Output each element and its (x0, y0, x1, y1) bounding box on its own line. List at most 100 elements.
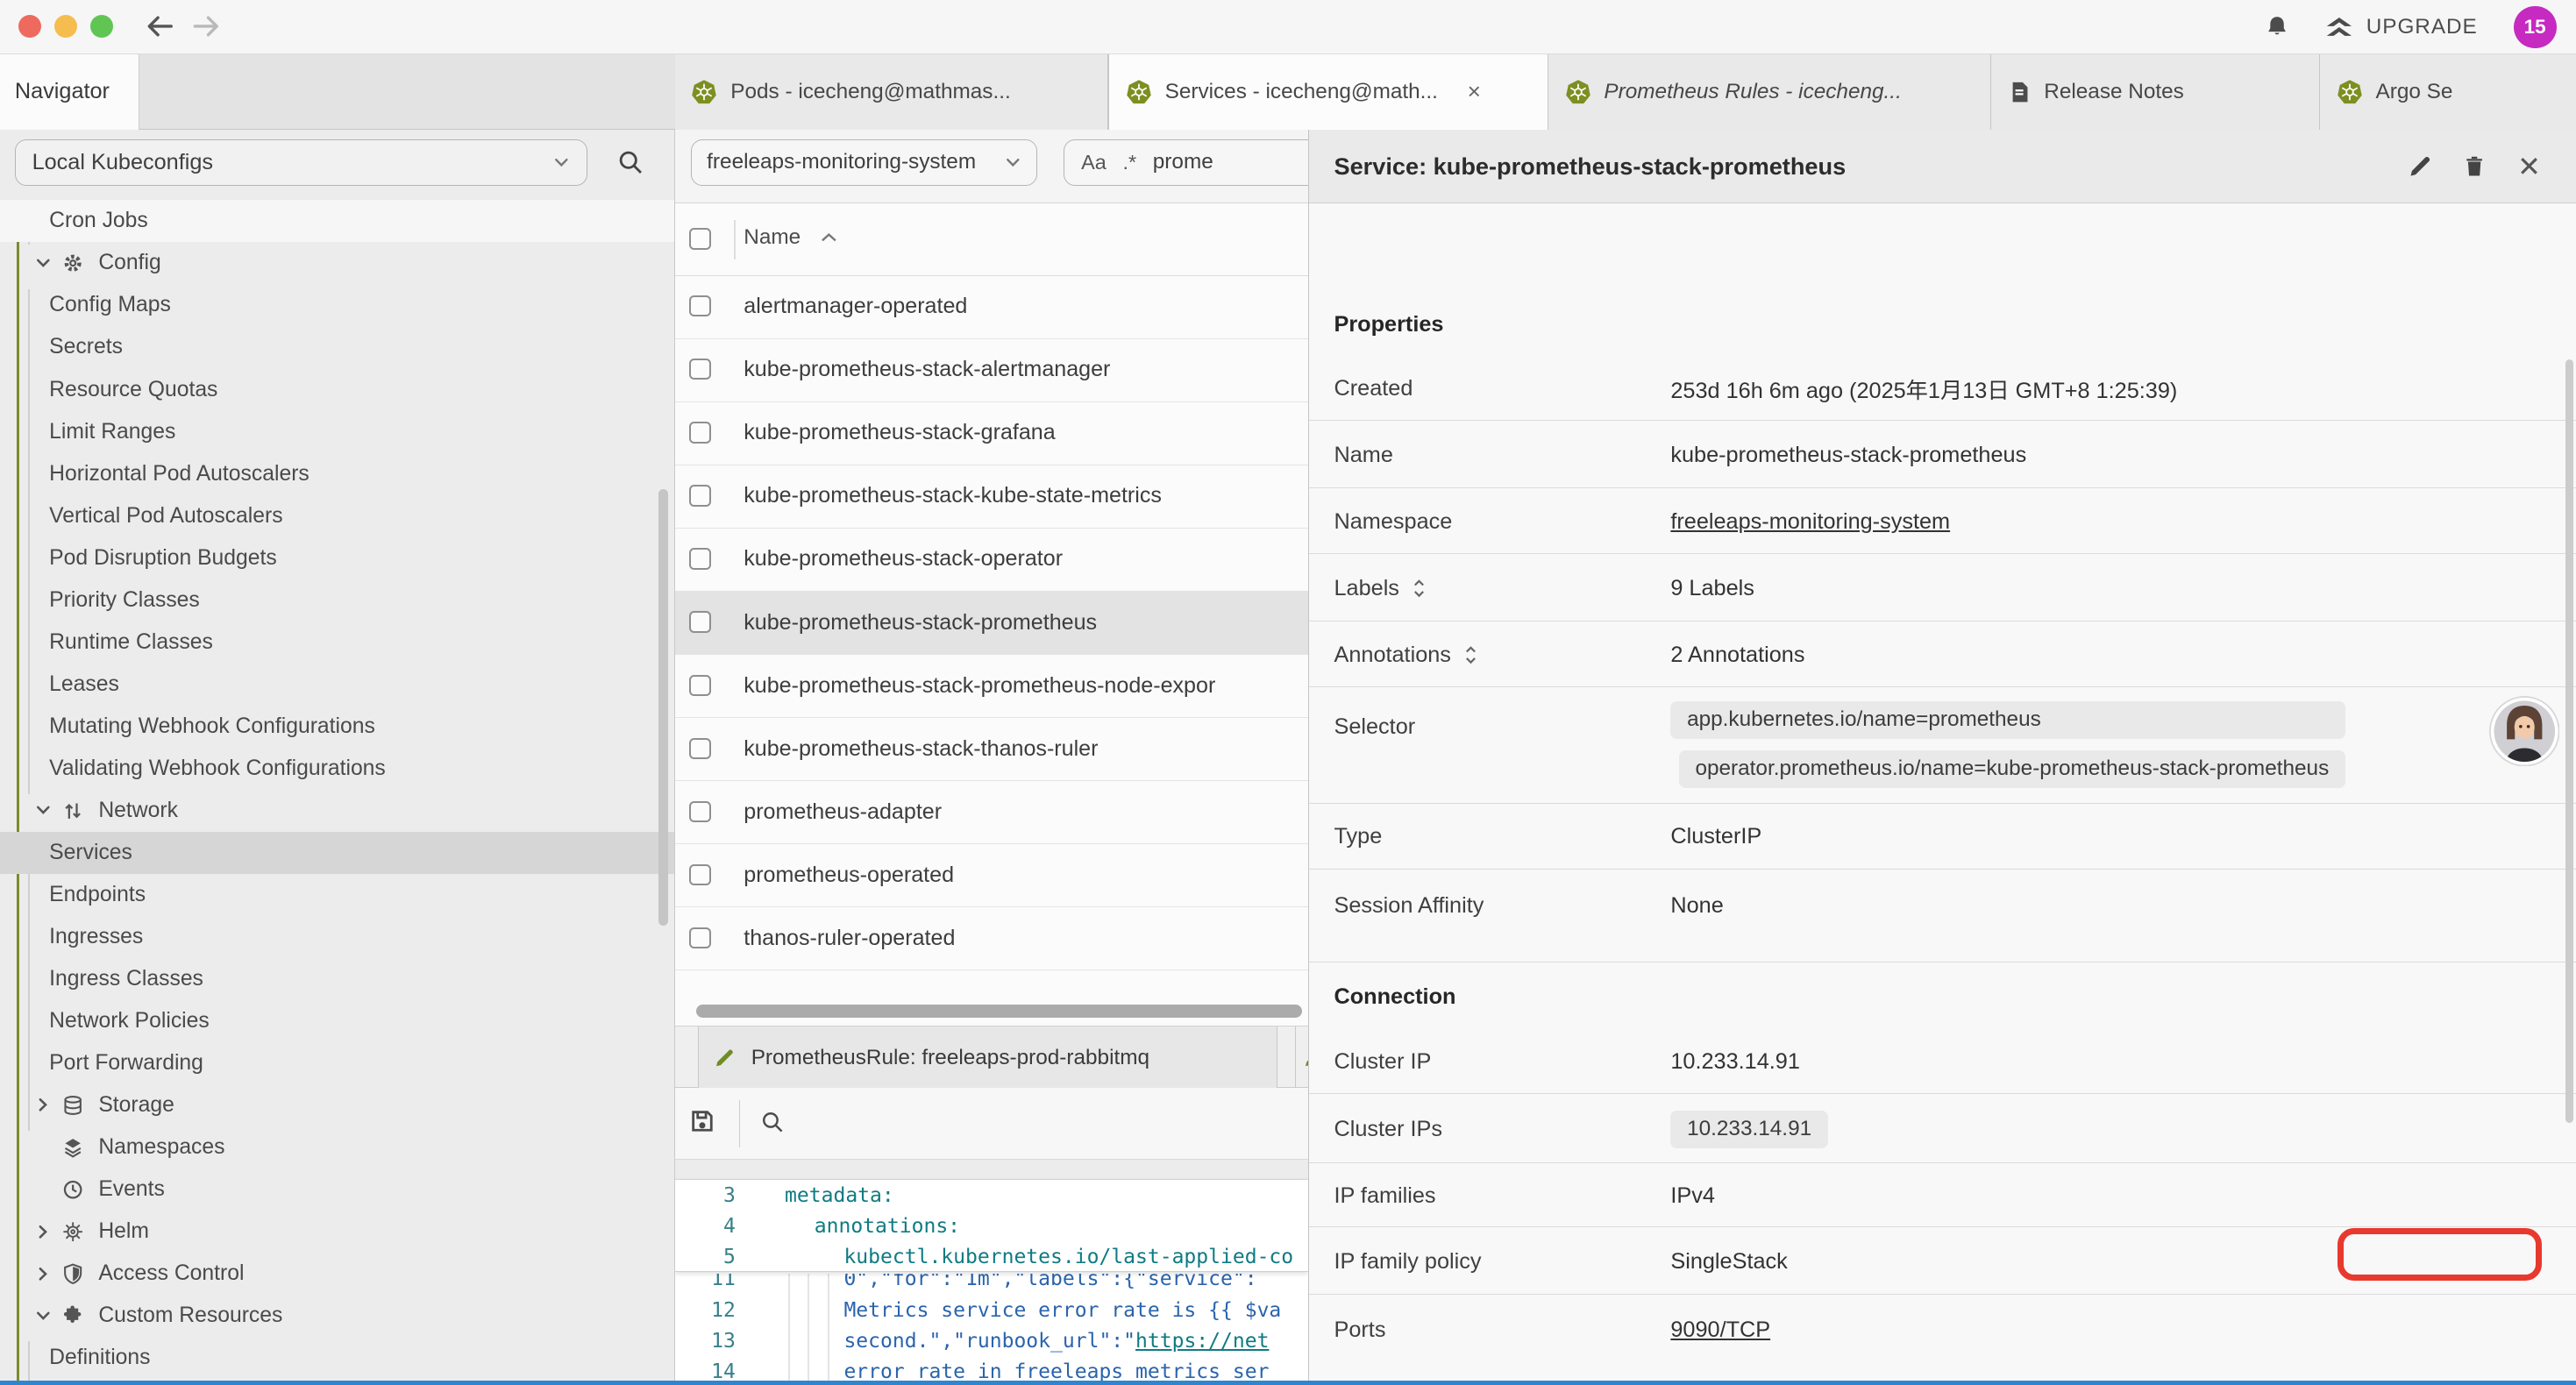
namespace-select[interactable]: freeleaps-monitoring-system (691, 139, 1037, 185)
row-checkbox[interactable] (689, 611, 710, 632)
window-close-button[interactable] (18, 15, 41, 38)
sidebar-item-definitions[interactable]: Definitions (0, 1337, 675, 1379)
close-tab-icon[interactable]: × (1468, 78, 1481, 105)
sidebar-item-cron-jobs[interactable]: Cron Jobs (0, 200, 675, 242)
services-filter-input[interactable]: Aa .* prome (1064, 139, 1308, 185)
user-avatar[interactable] (2489, 696, 2560, 767)
notification-count-badge[interactable]: 15 (2514, 6, 2557, 49)
sidebar-item-storage[interactable]: Storage (0, 1084, 675, 1126)
sidebar-item-config[interactable]: Config (0, 242, 675, 284)
back-arrow-icon[interactable] (145, 13, 176, 46)
table-row-prometheus-operated[interactable]: prometheus-operated (675, 844, 1309, 907)
table-row-alertmanager-operated[interactable]: alertmanager-operated (675, 276, 1309, 339)
tab-argo[interactable]: Argo Se (2320, 54, 2576, 130)
tab-navigator[interactable]: Navigator (0, 54, 139, 130)
sidebar-item-pod-disruption-budgets[interactable]: Pod Disruption Budgets (0, 537, 675, 579)
upgrade-button[interactable]: UPGRADE (2325, 15, 2478, 39)
row-checkbox[interactable] (689, 359, 710, 380)
row-checkbox[interactable] (689, 295, 710, 316)
sidebar-item-port-forwarding[interactable]: Port Forwarding (0, 1042, 675, 1084)
sidebar-item-label: Mutating Webhook Configurations (49, 714, 375, 739)
forward-arrow-icon[interactable] (190, 13, 222, 46)
sidebar-item-secrets[interactable]: Secrets (0, 326, 675, 368)
sidebar-item-network[interactable]: Network (0, 790, 675, 832)
chevron-down-icon[interactable] (34, 1307, 53, 1325)
tab-release-notes[interactable]: Release Notes (1991, 54, 2320, 130)
name-column-header[interactable]: Name (744, 225, 836, 250)
chevron-right-icon[interactable] (34, 1223, 53, 1241)
editor-search-icon[interactable] (760, 1110, 785, 1134)
row-checkbox[interactable] (689, 675, 710, 696)
sidebar-item-events[interactable]: Events (0, 1168, 675, 1211)
sidebar-item-runtime-classes[interactable]: Runtime Classes (0, 621, 675, 664)
edit-pencil-icon[interactable] (2408, 154, 2432, 179)
chevron-right-icon[interactable] (34, 1096, 53, 1114)
sidebar-item-network-policies[interactable]: Network Policies (0, 1000, 675, 1042)
table-row-kube-prometheus-stack-operator[interactable]: kube-prometheus-stack-operator (675, 529, 1309, 592)
row-checkbox[interactable] (689, 927, 710, 948)
chevron-down-icon[interactable] (34, 801, 53, 820)
table-row-kube-prometheus-stack-alertmanager[interactable]: kube-prometheus-stack-alertmanager (675, 339, 1309, 402)
window-minimize-button[interactable] (54, 15, 77, 38)
sidebar-item-config-maps[interactable]: Config Maps (0, 284, 675, 326)
regex-toggle[interactable]: .* (1122, 151, 1136, 174)
sidebar-item-validating-webhook-configurations[interactable]: Validating Webhook Configurations (0, 748, 675, 790)
toolbar-divider (739, 1100, 741, 1147)
dock-tab-partial[interactable] (1295, 1026, 1308, 1089)
sidebar-item-custom-resources[interactable]: Custom Resources (0, 1295, 675, 1337)
row-checkbox[interactable] (689, 422, 710, 443)
row-divider (1309, 487, 2576, 488)
close-panel-icon[interactable]: ✕ (2517, 150, 2541, 183)
sidebar-item-priority-classes[interactable]: Priority Classes (0, 579, 675, 621)
table-row-thanos-ruler-operated[interactable]: thanos-ruler-operated (675, 907, 1309, 970)
sidebar-item-endpoints[interactable]: Endpoints (0, 874, 675, 916)
chevron-down-icon[interactable] (34, 254, 53, 273)
events-icon (62, 1179, 89, 1200)
sidebar-item-access-control[interactable]: Access Control (0, 1253, 675, 1295)
row-checkbox[interactable] (689, 738, 710, 759)
save-icon[interactable] (689, 1108, 715, 1134)
tab-services[interactable]: Services - icecheng@math... × (1108, 54, 1548, 130)
row-checkbox[interactable] (689, 548, 710, 569)
sidebar-item-leases[interactable]: Leases (0, 664, 675, 706)
port-link-9090[interactable]: 9090/TCP (1670, 1318, 1770, 1343)
table-row-prometheus-adapter[interactable]: prometheus-adapter (675, 781, 1309, 844)
dock-tab-prometheusrule[interactable]: PrometheusRule: freeleaps-prod-rabbitmq (698, 1026, 1277, 1089)
expand-collapse-icon[interactable] (1413, 579, 1426, 598)
sidebar-item-vertical-pod-autoscalers[interactable]: Vertical Pod Autoscalers (0, 495, 675, 537)
runbook-url-link[interactable]: https://net (1135, 1330, 1269, 1353)
yaml-editor[interactable]: 3 metadata: 4 annotations: 5 kubectl.kub… (675, 1180, 1309, 1385)
notifications-bell-icon[interactable] (2265, 15, 2289, 39)
sidebar-item-ingresses[interactable]: Ingresses (0, 916, 675, 958)
sidebar-item-horizontal-pod-autoscalers[interactable]: Horizontal Pod Autoscalers (0, 453, 675, 495)
sidebar-search-icon[interactable] (617, 149, 644, 175)
table-row-kube-prometheus-stack-prometheus-node-expor[interactable]: kube-prometheus-stack-prometheus-node-ex… (675, 655, 1309, 718)
match-case-toggle[interactable]: Aa (1081, 151, 1107, 174)
window-maximize-button[interactable] (90, 15, 113, 38)
sidebar-item-helm[interactable]: Helm (0, 1211, 675, 1253)
sidebar-item-namespaces[interactable]: Namespaces (0, 1126, 675, 1168)
table-row-kube-prometheus-stack-kube-state-metrics[interactable]: kube-prometheus-stack-kube-state-metrics (675, 465, 1309, 529)
row-checkbox[interactable] (689, 864, 710, 885)
table-row-kube-prometheus-stack-grafana[interactable]: kube-prometheus-stack-grafana (675, 402, 1309, 465)
chevron-right-icon[interactable] (34, 1265, 53, 1283)
sidebar-item-ingress-classes[interactable]: Ingress Classes (0, 958, 675, 1000)
namespace-link[interactable]: freeleaps-monitoring-system (1670, 509, 1950, 535)
expand-collapse-icon[interactable] (1464, 645, 1477, 664)
sidebar-item-resource-quotas[interactable]: Resource Quotas (0, 369, 675, 411)
select-all-checkbox[interactable] (689, 228, 710, 249)
row-checkbox[interactable] (689, 485, 710, 506)
sidebar-item-mutating-webhook-configurations[interactable]: Mutating Webhook Configurations (0, 706, 675, 748)
table-row-kube-prometheus-stack-prometheus[interactable]: kube-prometheus-stack-prometheus (675, 592, 1309, 655)
sidebar-item-services[interactable]: Services (0, 832, 675, 874)
table-row-kube-prometheus-stack-thanos-ruler[interactable]: kube-prometheus-stack-thanos-ruler (675, 718, 1309, 781)
delete-trash-icon[interactable] (2463, 154, 2486, 179)
tab-pods[interactable]: Pods - icecheng@mathmas... (675, 54, 1108, 130)
row-checkbox[interactable] (689, 801, 710, 822)
kubeconfig-select[interactable]: Local Kubeconfigs (15, 139, 588, 185)
panel-scrollbar[interactable] (2565, 359, 2573, 1123)
sidebar-item-limit-ranges[interactable]: Limit Ranges (0, 411, 675, 453)
horizontal-scrollbar[interactable] (696, 1005, 1302, 1018)
tab-prometheus-rules[interactable]: Prometheus Rules - icecheng... (1548, 54, 1992, 130)
sidebar-scrollbar[interactable] (658, 489, 668, 926)
